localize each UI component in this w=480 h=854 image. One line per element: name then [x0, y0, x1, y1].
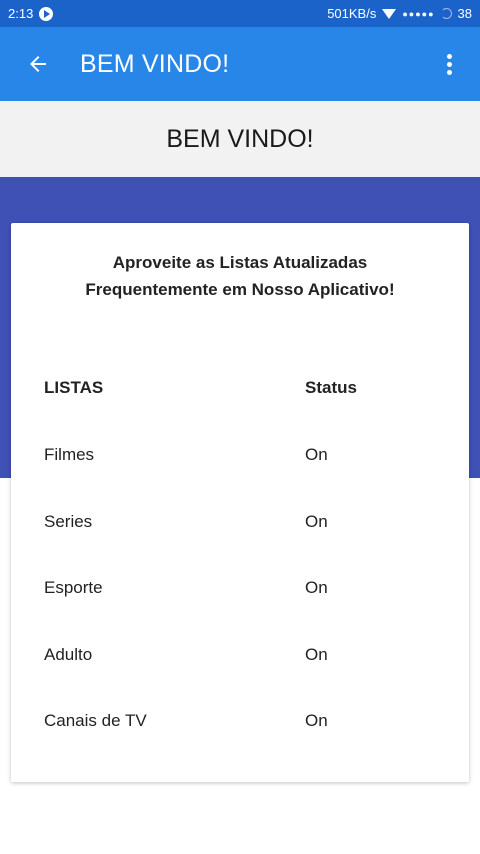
list-name: Esporte [44, 578, 103, 597]
status-time: 2:13 [8, 6, 34, 21]
status-right: 501KB/s ●●●●● 38 [327, 6, 472, 21]
more-vertical-icon [446, 53, 452, 59]
intro-line-2: Frequentemente em Nosso Aplicativo! [85, 280, 395, 299]
list-name: Canais de TV [44, 711, 147, 730]
lists-card: Aproveite as Listas Atualizadas Frequent… [11, 223, 469, 782]
status-left: 2:13 [8, 6, 54, 21]
back-button[interactable] [18, 44, 58, 84]
battery-icon [440, 8, 452, 19]
column-header-lists: LISTAS [44, 378, 104, 397]
list-status: On [305, 645, 328, 664]
intro-line-1: Aproveite as Listas Atualizadas [112, 253, 368, 272]
list-name: Filmes [44, 445, 95, 464]
list-name: Adulto [44, 645, 93, 664]
signal-icon: ●●●●● [402, 8, 435, 19]
list-status: On [305, 445, 328, 464]
card-intro: Aproveite as Listas Atualizadas Frequent… [11, 249, 469, 303]
header-band: BEM VINDO! [0, 101, 480, 177]
list-name: Series [44, 512, 93, 531]
more-options-button[interactable] [434, 44, 464, 84]
play-icon [39, 6, 54, 21]
arrow-left-icon [30, 56, 46, 72]
list-status: On [305, 578, 328, 597]
wifi-icon [382, 8, 397, 19]
app-bar: BEM VINDO! [0, 27, 480, 101]
header-title: BEM VINDO! [166, 124, 314, 153]
battery-level: 38 [457, 6, 472, 21]
column-header-status: Status [305, 378, 357, 397]
status-bar: 2:13 501KB/s ●●●●● 38 [0, 0, 480, 27]
network-speed: 501KB/s [327, 6, 377, 21]
list-status: On [305, 711, 328, 730]
list-status: On [305, 512, 328, 531]
app-bar-title: BEM VINDO! [80, 49, 230, 78]
